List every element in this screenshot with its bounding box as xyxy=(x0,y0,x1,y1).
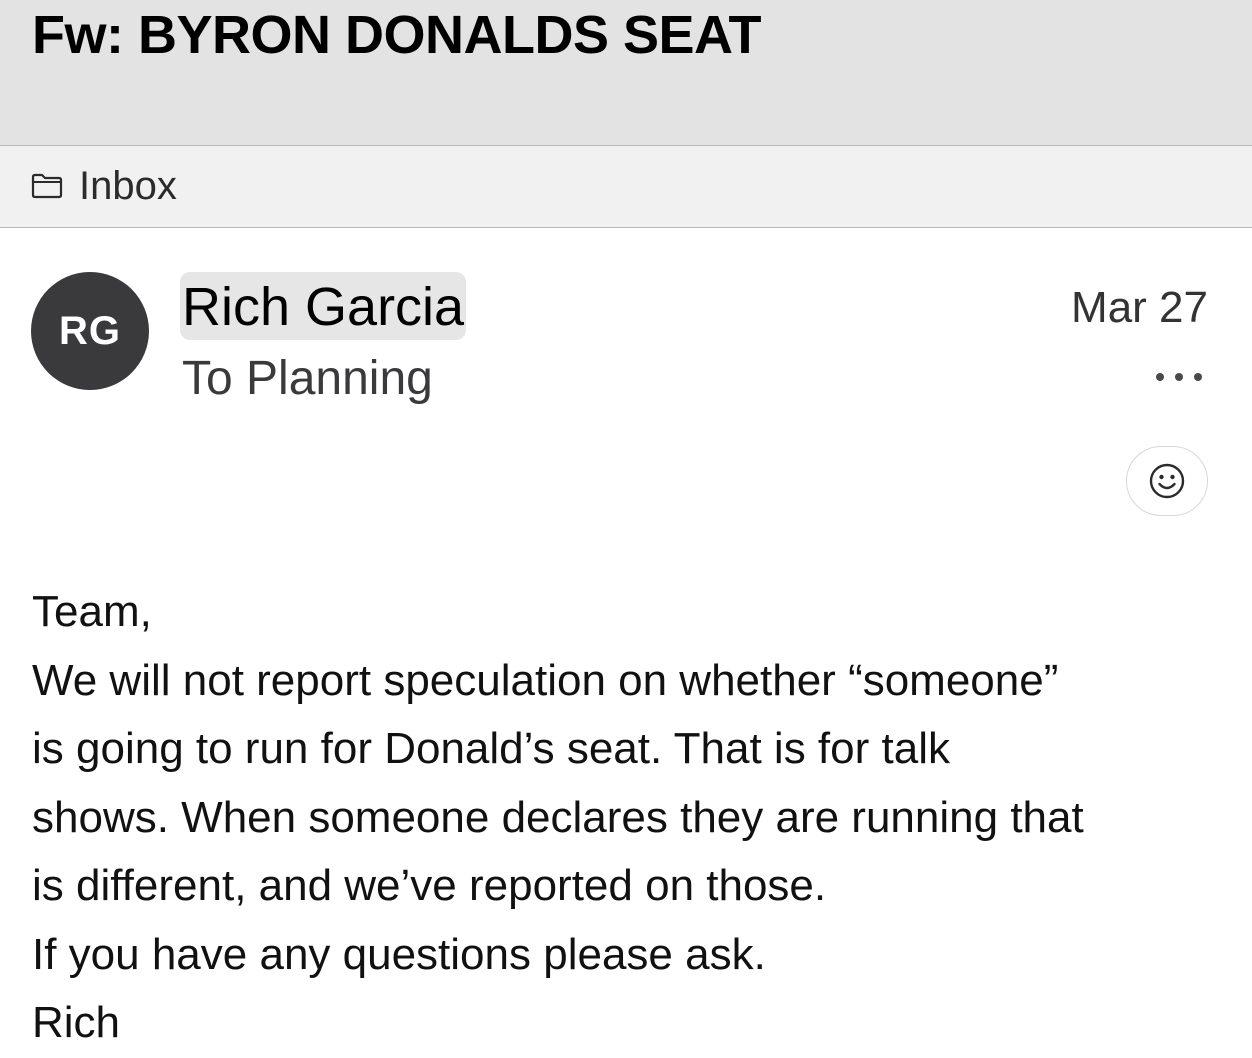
body-line: is going to run for Donald’s seat. That … xyxy=(32,724,950,773)
add-reaction-button[interactable] xyxy=(1126,446,1208,516)
sender-avatar[interactable]: RG xyxy=(31,272,149,390)
message-subject: Fw: BYRON DONALDS SEAT xyxy=(32,5,762,65)
more-icon-dot xyxy=(1194,373,1202,381)
folder-icon xyxy=(31,173,63,199)
mailbox-breadcrumb[interactable]: Inbox xyxy=(0,146,1252,228)
body-line: Team, xyxy=(32,587,152,636)
more-icon-dot xyxy=(1175,373,1183,381)
subject-header: Fw: BYRON DONALDS SEAT xyxy=(0,0,1252,146)
body-line: If you have any questions please ask. xyxy=(32,929,766,979)
message-date: Mar 27 xyxy=(1071,283,1208,332)
mailbox-label: Inbox xyxy=(79,164,177,208)
recipient-line[interactable]: To Planning xyxy=(182,350,433,408)
body-line: shows. When someone declares they are ru… xyxy=(32,792,1084,842)
body-line: is different, and we’ve reported on thos… xyxy=(32,861,827,910)
message-body: Team, We will not report speculation on … xyxy=(32,578,1232,1058)
more-icon xyxy=(1156,373,1164,381)
body-line: We will not report speculation on whethe… xyxy=(32,655,1059,705)
signature: Rich xyxy=(32,998,121,1047)
smiley-icon xyxy=(1149,463,1185,499)
more-options-button[interactable] xyxy=(1156,364,1202,390)
sender-name[interactable]: Rich Garcia xyxy=(180,272,467,340)
